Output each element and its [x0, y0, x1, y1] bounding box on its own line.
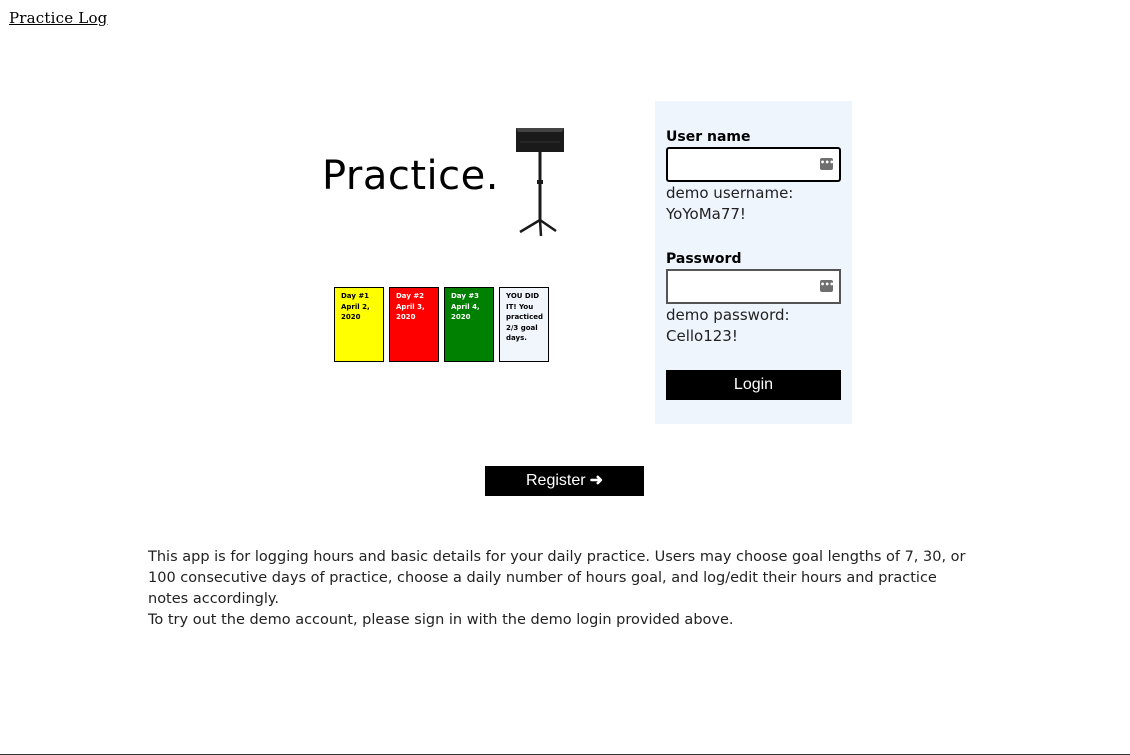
password-manager-icon[interactable]: •••: [820, 280, 833, 292]
password-input[interactable]: [666, 269, 841, 304]
password-manager-icon[interactable]: •••: [820, 158, 833, 170]
practice-cards: Day #1 April 2, 2020 Day #2 April 3, 202…: [334, 287, 549, 362]
practice-log-link[interactable]: Practice Log: [9, 9, 107, 27]
page: Practice Log Practice. Day #1 April 2, 2…: [0, 0, 1130, 755]
username-label: User name: [666, 129, 751, 145]
register-button[interactable]: Register ➜: [485, 466, 644, 496]
summary-card: YOU DID IT! You practiced 2/3 goal days.: [499, 287, 549, 362]
app-description: This app is for logging hours and basic …: [148, 547, 978, 631]
day-card-3: Day #3 April 4, 2020: [444, 287, 494, 362]
day-card-2: Day #2 April 3, 2020: [389, 287, 439, 362]
register-label: Register: [526, 472, 586, 489]
demo-instructions: To try out the demo account, please sign…: [148, 612, 734, 628]
login-panel: User name ••• demo username: YoYoMa77! P…: [655, 101, 852, 424]
music-stand-icon: [516, 128, 564, 237]
demo-password-hint: demo password: Cello123!: [666, 306, 790, 345]
login-button[interactable]: Login: [666, 370, 841, 400]
logo-wordmark: Practice.: [322, 153, 499, 199]
demo-username-hint: demo username: YoYoMa77!: [666, 184, 794, 223]
username-input[interactable]: [666, 147, 841, 182]
description-paragraph: This app is for logging hours and basic …: [148, 549, 966, 607]
password-label: Password: [666, 251, 742, 267]
day-card-1: Day #1 April 2, 2020: [334, 287, 384, 362]
arrow-right-icon: ➜: [589, 472, 603, 489]
